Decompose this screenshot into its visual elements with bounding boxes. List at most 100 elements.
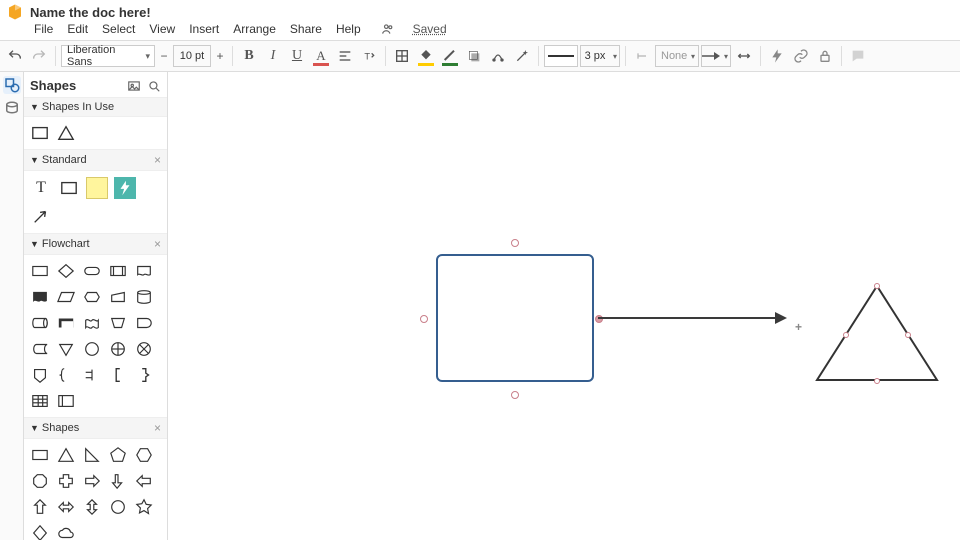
fc-harddisk[interactable] [30,313,50,333]
line-style-select[interactable] [544,45,578,67]
collaborators-icon[interactable] [381,22,395,36]
inuse-triangle[interactable] [56,123,76,143]
underline-button[interactable]: U [286,45,308,67]
panel-flowchart[interactable]: ▼Flowchart × [24,233,167,255]
menu-file[interactable]: File [34,22,53,36]
font-color-button[interactable]: A [310,45,332,67]
menu-edit[interactable]: Edit [67,22,88,36]
fc-predefined[interactable] [108,261,128,281]
align-button[interactable] [334,45,356,67]
magic-wand-button[interactable] [511,45,533,67]
std-rect[interactable] [58,177,80,199]
line-start-button[interactable] [631,45,653,67]
inuse-rect[interactable] [30,123,50,143]
fc-merge[interactable] [56,339,76,359]
font-size-decrease[interactable]: − [157,45,171,67]
border-color-button[interactable] [439,45,461,67]
connection-hint-icon[interactable]: + [795,320,802,334]
bs-arrow-u[interactable] [30,497,50,517]
std-text[interactable]: T [30,177,52,199]
fc-manualop[interactable] [108,313,128,333]
fc-summing[interactable] [134,339,154,359]
fc-papertape[interactable] [82,313,102,333]
text-options-button[interactable]: T [358,45,380,67]
tri-handle-top[interactable] [874,283,880,289]
canvas[interactable]: + [168,72,960,540]
canvas-triangle-shape[interactable] [815,284,939,382]
bs-arrow-lr[interactable] [56,497,76,517]
font-size-increase[interactable]: + [213,45,227,67]
bold-button[interactable]: B [238,45,260,67]
std-flash[interactable] [114,177,136,199]
comment-button[interactable] [847,45,869,67]
sel-handle-left[interactable] [420,315,428,323]
panel-standard-close[interactable]: × [154,153,161,167]
redo-button[interactable] [28,45,50,67]
menu-help[interactable]: Help [336,22,361,36]
panel-standard[interactable]: ▼Standard × [24,149,167,171]
std-note[interactable] [86,177,108,199]
line-width-field[interactable]: 3 px [580,45,620,67]
font-select[interactable]: Liberation Sans [61,45,155,67]
canvas-rectangle-shape[interactable] [436,254,594,382]
data-tool[interactable] [3,100,21,118]
undo-button[interactable] [4,45,26,67]
menu-view[interactable]: View [149,22,175,36]
shapes-tool[interactable] [3,76,21,94]
sel-handle-top[interactable] [511,239,519,247]
fc-connector[interactable] [82,339,102,359]
bs-arrow-ud[interactable] [82,497,102,517]
bs-rt-triangle[interactable] [82,445,102,465]
arrow-end-select[interactable] [701,45,731,67]
bs-hexagon[interactable] [134,445,154,465]
tri-handle-right[interactable] [905,332,911,338]
italic-button[interactable]: I [262,45,284,67]
fc-swimlane[interactable] [56,391,76,411]
bs-arrow-r[interactable] [82,471,102,491]
fc-prep[interactable] [82,287,102,307]
fc-offpage[interactable] [30,365,50,385]
bs-cross[interactable] [56,471,76,491]
fc-document[interactable] [134,261,154,281]
font-size-field[interactable]: 10 pt [173,45,211,67]
image-shapes-icon[interactable] [127,79,141,93]
tri-handle-bottom[interactable] [874,378,880,384]
search-shapes-icon[interactable] [147,79,161,93]
fc-bracket-l[interactable] [108,365,128,385]
fc-decision[interactable] [56,261,76,281]
bs-arrow-turn[interactable] [108,471,128,491]
menu-arrange[interactable]: Arrange [233,22,276,36]
bs-rect[interactable] [30,445,50,465]
panel-flowchart-close[interactable]: × [154,237,161,251]
line-flip-button[interactable] [733,45,755,67]
bs-circle[interactable] [108,497,128,517]
layout-button[interactable] [391,45,413,67]
fc-multidoc[interactable] [30,287,50,307]
bs-pentagon[interactable] [108,445,128,465]
menu-insert[interactable]: Insert [189,22,219,36]
shadow-button[interactable] [463,45,485,67]
std-arrow[interactable] [30,205,52,227]
effects-button[interactable] [487,45,509,67]
bs-diamond[interactable] [30,523,50,540]
bs-star[interactable] [134,497,154,517]
sel-handle-bottom[interactable] [511,391,519,399]
bs-octagon[interactable] [30,471,50,491]
panel-shapes-in-use[interactable]: ▼Shapes In Use [24,97,167,117]
fill-color-button[interactable] [415,45,437,67]
menu-share[interactable]: Share [290,22,322,36]
arrow-start-select[interactable]: None [655,45,699,67]
panel-shapes[interactable]: ▼Shapes × [24,417,167,439]
canvas-arrow-head[interactable] [775,312,787,324]
fc-manualinput[interactable] [108,287,128,307]
bs-arrow-l[interactable] [134,471,154,491]
lock-button[interactable] [814,45,836,67]
save-status[interactable]: Saved [409,22,447,36]
fc-brace[interactable] [56,365,76,385]
fc-delay[interactable] [134,313,154,333]
fc-table[interactable] [30,391,50,411]
canvas-arrow-line[interactable] [598,317,781,319]
fc-data[interactable] [56,287,76,307]
action-button[interactable] [766,45,788,67]
bs-triangle[interactable] [56,445,76,465]
